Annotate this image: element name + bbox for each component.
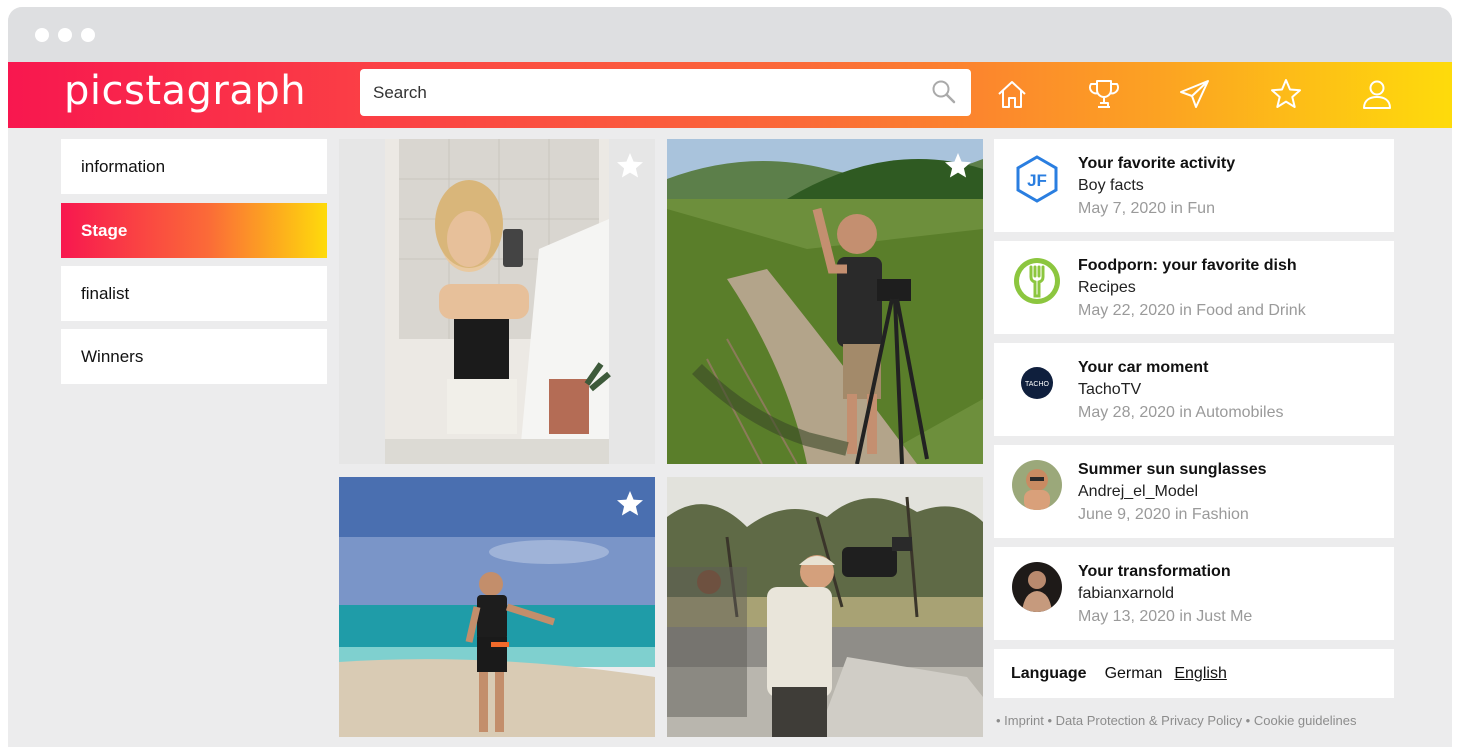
selfie-photo[interactable] (339, 139, 655, 464)
sidebar-item-label: information (81, 156, 166, 176)
sidebar-item-label: Stage (81, 220, 128, 240)
jf-logo-text: JF (1027, 171, 1047, 190)
star-icon[interactable] (1266, 74, 1306, 114)
activity-title: Your transformation (1078, 563, 1231, 580)
language-selector: Language German English (994, 649, 1394, 698)
activity-title: Summer sun sunglasses (1078, 461, 1267, 478)
language-option-english[interactable]: English (1174, 665, 1226, 683)
jf-logo-avatar: JF (1012, 154, 1062, 204)
sidebar-item-finalist[interactable]: finalist (61, 266, 327, 321)
send-icon[interactable] (1175, 74, 1215, 114)
activity-title: Your favorite activity (1078, 155, 1236, 172)
user-icon[interactable] (1357, 74, 1397, 114)
activity-card[interactable]: JF Your favorite activity Boy facts May … (994, 139, 1394, 232)
activity-card[interactable]: Foodporn: your favorite dish Recipes May… (994, 241, 1394, 334)
activity-card[interactable]: Summer sun sunglasses Andrej_el_Model Ju… (994, 445, 1394, 538)
activity-subtitle: fabianxarnold (1078, 585, 1175, 602)
activity-subtitle: Andrej_el_Model (1078, 483, 1199, 500)
activity-subtitle: Recipes (1078, 279, 1136, 296)
footer-links[interactable]: • Imprint • Data Protection & Privacy Po… (996, 713, 1356, 728)
activity-meta: May 22, 2020 in Food and Drink (1078, 302, 1306, 319)
browser-window: picstagraph information Stage finalist W… (8, 7, 1452, 747)
activity-meta: June 9, 2020 in Fashion (1078, 506, 1249, 523)
browser-chrome (8, 7, 1452, 62)
activity-meta: May 13, 2020 in Just Me (1078, 608, 1253, 625)
activity-meta: May 7, 2020 in Fun (1078, 200, 1215, 217)
home-icon[interactable] (992, 74, 1032, 114)
star-icon[interactable] (615, 489, 645, 519)
activity-meta: May 28, 2020 in Automobiles (1078, 404, 1284, 421)
app-logo[interactable]: picstagraph (64, 68, 306, 114)
beach-photo[interactable] (339, 477, 655, 737)
star-icon[interactable] (943, 151, 973, 181)
language-label: Language (1011, 664, 1087, 682)
tacho-logo-text: TACHO (1025, 381, 1050, 388)
window-dot (58, 28, 72, 42)
search-input[interactable] (373, 82, 913, 103)
window-dot (81, 28, 95, 42)
sidebar-item-information[interactable]: information (61, 139, 327, 194)
window-dot (35, 28, 49, 42)
activity-card[interactable]: TACHO Your car moment TachoTV May 28, 20… (994, 343, 1394, 436)
star-icon[interactable] (615, 151, 645, 181)
trophy-icon[interactable] (1084, 74, 1124, 114)
user-avatar (1012, 460, 1062, 510)
search-icon[interactable] (931, 79, 957, 105)
sidebar-item-winners[interactable]: Winners (61, 329, 327, 384)
tacho-logo-avatar: TACHO (1012, 358, 1062, 408)
activity-card[interactable]: Your transformation fabianxarnold May 13… (994, 547, 1394, 640)
top-navbar: picstagraph (8, 62, 1452, 128)
language-option-german[interactable]: German (1105, 665, 1163, 683)
sidebar-item-label: Winners (81, 346, 144, 366)
activity-title: Foodporn: your favorite dish (1078, 257, 1297, 274)
vineyard-photo[interactable] (667, 139, 983, 464)
activity-subtitle: Boy facts (1078, 177, 1144, 194)
sidebar-item-stage[interactable]: Stage (61, 203, 327, 258)
sidebar-item-label: finalist (81, 283, 130, 303)
safari-photo[interactable] (667, 477, 983, 737)
fork-icon (1012, 256, 1062, 306)
activity-subtitle: TachoTV (1078, 381, 1142, 398)
search-bar[interactable] (360, 69, 971, 116)
activity-title: Your car moment (1078, 359, 1209, 376)
user-avatar (1012, 562, 1062, 612)
